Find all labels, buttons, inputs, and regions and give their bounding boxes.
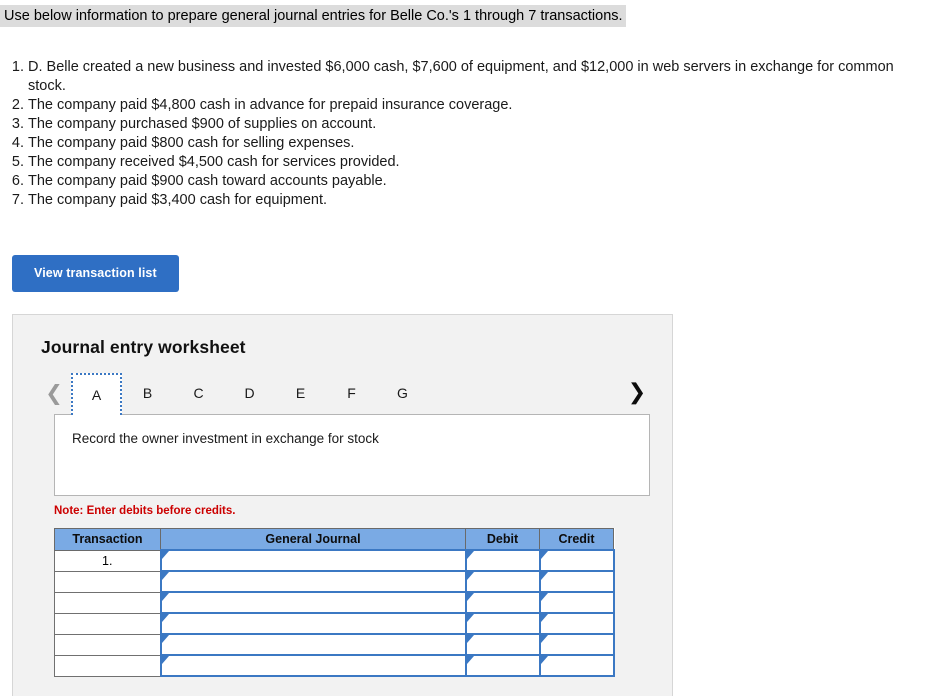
cell-credit-input[interactable]: [538, 654, 615, 677]
tab-d[interactable]: D: [224, 373, 275, 413]
view-transaction-list-button-container: View transaction list: [0, 255, 938, 292]
transaction-list: 1. D. Belle created a new business and i…: [0, 58, 938, 210]
page-title: Journal entry worksheet: [41, 337, 246, 357]
journal-entry-worksheet-panel: Journal entry worksheet ❮ A B C D E F G …: [12, 314, 673, 696]
journal-entry-table: Transaction General Journal Debit Credit…: [54, 528, 615, 677]
table-row: [54, 654, 615, 677]
cell-credit-input[interactable]: [538, 570, 615, 593]
cell-general-journal-input[interactable]: [159, 612, 467, 635]
cell-transaction: [54, 570, 161, 593]
cell-credit-input[interactable]: [538, 612, 615, 635]
cell-debit-input[interactable]: [464, 591, 541, 614]
cell-debit-input[interactable]: [464, 570, 541, 593]
tab-g-label: G: [397, 385, 408, 401]
worksheet-prompt-box: Record the owner investment in exchange …: [54, 414, 650, 496]
list-item-text: The company received $4,500 cash for ser…: [28, 154, 400, 170]
list-item-text: The company paid $800 cash for selling e…: [28, 135, 355, 151]
list-item: 5. The company received $4,500 cash for …: [0, 153, 938, 172]
debits-before-credits-note: Note: Enter debits before credits.: [54, 505, 236, 517]
list-item-number: 2.: [11, 97, 24, 113]
cell-general-journal-input[interactable]: [159, 549, 467, 572]
tab-d-label: D: [244, 385, 255, 401]
tab-c[interactable]: C: [173, 373, 224, 413]
cell-credit-input[interactable]: [538, 591, 615, 614]
list-item-text: The company paid $900 cash toward accoun…: [28, 173, 387, 189]
instruction-banner: Use below information to prepare general…: [0, 0, 938, 32]
cell-credit-input[interactable]: [538, 549, 615, 572]
list-item-text: The company paid $4,800 cash in advance …: [28, 97, 513, 113]
tab-f[interactable]: F: [326, 373, 377, 413]
worksheet-tab-strip: ❮ A B C D E F G ❯: [13, 372, 672, 415]
instruction-banner-text: Use below information to prepare general…: [0, 5, 626, 27]
cell-debit-input[interactable]: [464, 654, 541, 677]
column-header-credit: Credit: [539, 528, 614, 551]
list-item-number: 5.: [11, 154, 24, 170]
cell-general-journal-input[interactable]: [159, 570, 467, 593]
view-transaction-list-button[interactable]: View transaction list: [12, 255, 179, 292]
tab-a[interactable]: A: [71, 373, 122, 415]
tab-b-label: B: [142, 385, 153, 401]
list-item: 7. The company paid $3,400 cash for equi…: [0, 191, 938, 210]
column-header-debit: Debit: [465, 528, 540, 551]
cell-debit-input[interactable]: [464, 633, 541, 656]
table-row: [54, 591, 615, 614]
list-item-number: 7.: [11, 192, 24, 208]
tab-f-label: F: [347, 385, 356, 401]
cell-general-journal-input[interactable]: [159, 633, 467, 656]
list-item-text: D. Belle created a new business and inve…: [28, 59, 894, 94]
tab-c-label: C: [193, 385, 204, 401]
list-item-number: 1.: [11, 59, 24, 75]
list-item-text: The company purchased $900 of supplies o…: [28, 116, 377, 132]
list-item: 3. The company purchased $900 of supplie…: [0, 115, 938, 134]
cell-general-journal-input[interactable]: [159, 654, 467, 677]
column-header-general-journal: General Journal: [160, 528, 466, 551]
chevron-left-icon[interactable]: ❮: [43, 382, 65, 404]
cell-general-journal-input[interactable]: [159, 591, 467, 614]
tab-g[interactable]: G: [377, 373, 428, 413]
cell-transaction: [54, 633, 161, 656]
list-item-number: 4.: [11, 135, 24, 151]
list-item: 6. The company paid $900 cash toward acc…: [0, 172, 938, 191]
table-row: [54, 633, 615, 656]
list-item-number: 6.: [11, 173, 24, 189]
cell-debit-input[interactable]: [464, 549, 541, 572]
cell-transaction: [54, 612, 161, 635]
list-item-text: The company paid $3,400 cash for equipme…: [28, 192, 328, 208]
tab-b[interactable]: B: [122, 373, 173, 413]
cell-debit-input[interactable]: [464, 612, 541, 635]
table-row: 1.: [54, 549, 615, 572]
tab-e[interactable]: E: [275, 373, 326, 413]
chevron-right-icon[interactable]: ❯: [626, 382, 648, 404]
column-header-transaction: Transaction: [54, 528, 161, 551]
list-item: 1. D. Belle created a new business and i…: [0, 58, 938, 96]
table-row: [54, 612, 615, 635]
table-row: [54, 570, 615, 593]
worksheet-prompt-text: Record the owner investment in exchange …: [72, 431, 379, 446]
cell-transaction: 1.: [54, 549, 161, 572]
cell-credit-input[interactable]: [538, 633, 615, 656]
cell-transaction: [54, 591, 161, 614]
list-item: 4. The company paid $800 cash for sellin…: [0, 134, 938, 153]
list-item: 2. The company paid $4,800 cash in advan…: [0, 96, 938, 115]
table-header-row: Transaction General Journal Debit Credit: [54, 528, 614, 551]
tab-e-label: E: [295, 385, 306, 401]
tab-a-label: A: [91, 387, 102, 403]
cell-transaction: [54, 654, 161, 677]
list-item-number: 3.: [11, 116, 24, 132]
